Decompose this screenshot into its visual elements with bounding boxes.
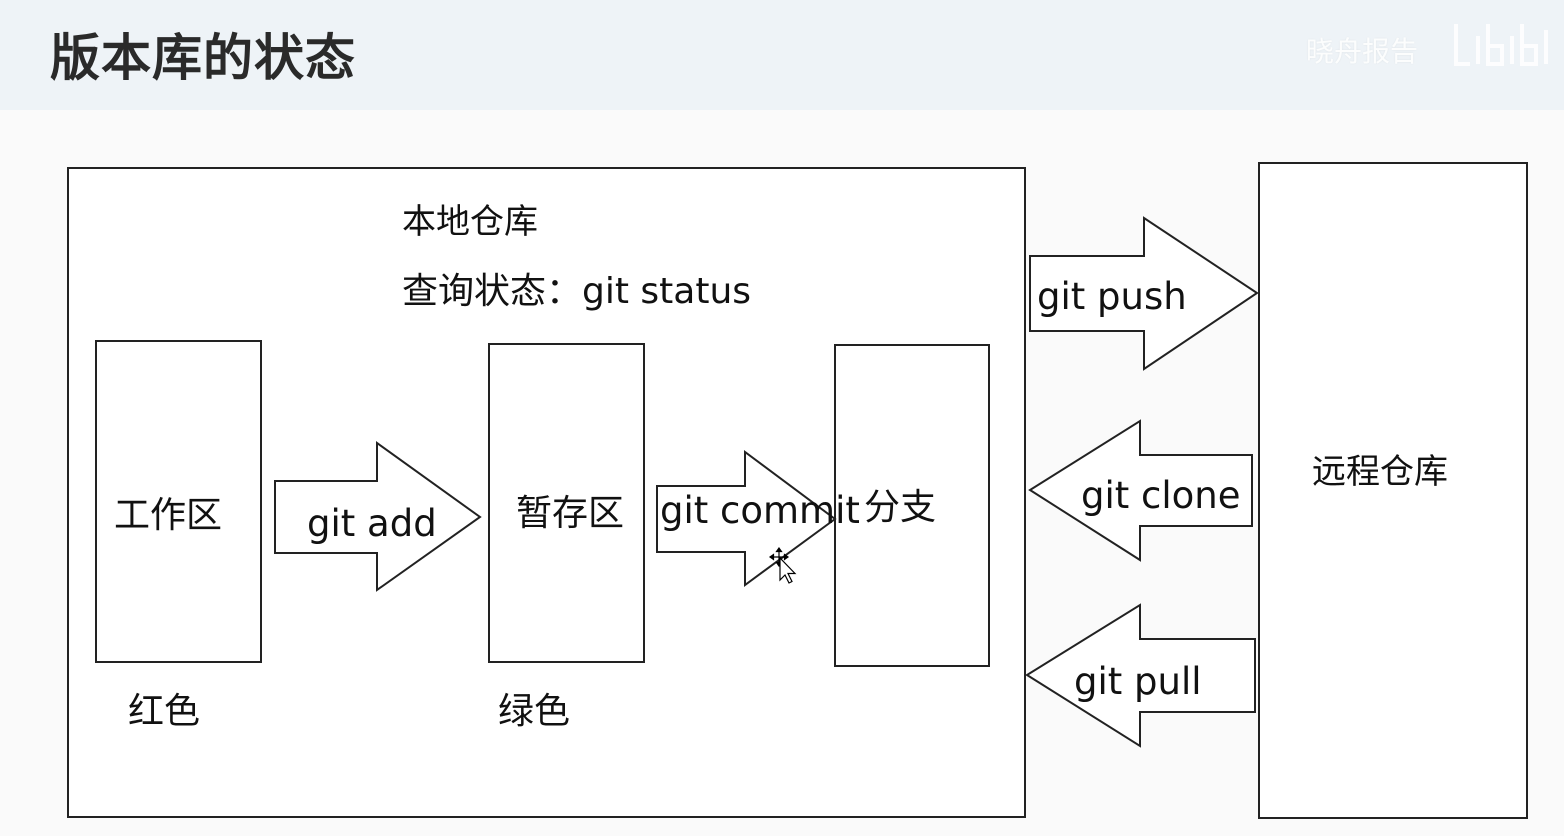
move-cursor-icon <box>768 546 797 584</box>
status-command-label: 查询状态：git status <box>402 271 752 312</box>
staging-color-note: 绿色 <box>498 691 571 732</box>
branch-label: 分支 <box>864 487 937 528</box>
working-area-label: 工作区 <box>114 495 223 536</box>
git-add-label: git add <box>307 502 437 545</box>
staging-area-label: 暂存区 <box>516 493 625 534</box>
git-commit-label: git commit <box>660 489 860 532</box>
local-repo-label: 本地仓库 <box>402 202 538 242</box>
git-pull-label: git pull <box>1074 660 1202 703</box>
diagram-shapes <box>95 216 1259 748</box>
git-push-label: git push <box>1037 275 1187 318</box>
git-clone-label: git clone <box>1081 474 1241 517</box>
working-color-note: 红色 <box>128 691 201 732</box>
remote-repo-label: 远程仓库 <box>1312 452 1448 492</box>
